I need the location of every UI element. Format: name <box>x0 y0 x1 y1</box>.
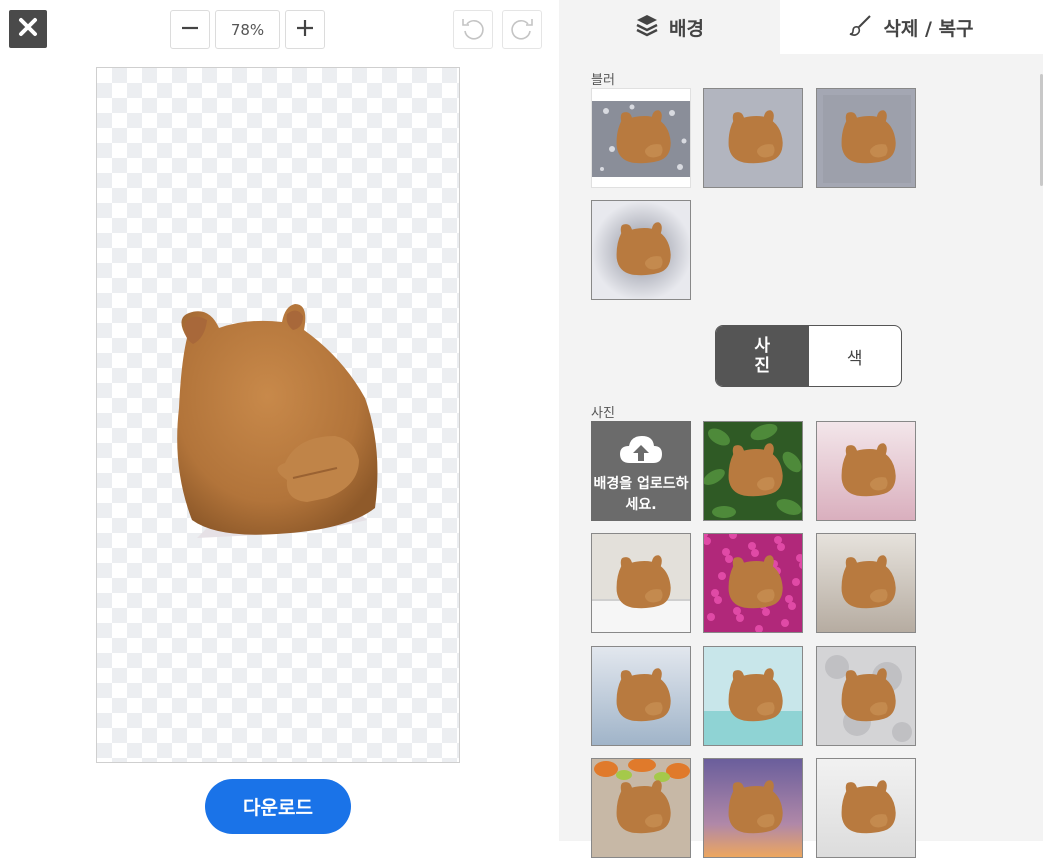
background-photo-autumn-wood[interactable] <box>591 758 691 858</box>
tab-erase-restore[interactable]: 삭제 / 복구 <box>780 0 1043 54</box>
plush-subject-image <box>177 304 378 538</box>
toggle-photo-label: 사진 <box>754 336 771 376</box>
background-photo-light-gray[interactable] <box>816 758 916 858</box>
photo-color-toggle: 사진 색 <box>715 325 902 387</box>
background-photo-beige-wall[interactable] <box>816 533 916 633</box>
toggle-color[interactable]: 색 <box>809 326 902 386</box>
editor-canvas[interactable] <box>96 67 460 763</box>
zoom-in-button[interactable] <box>285 10 325 49</box>
tab-erase-restore-label: 삭제 / 복구 <box>883 17 974 40</box>
plus-icon <box>295 18 315 42</box>
zoom-out-button[interactable] <box>170 10 210 49</box>
background-photo-pink-gradient[interactable] <box>816 421 916 521</box>
undo-button[interactable] <box>453 10 493 49</box>
minus-icon <box>180 18 200 42</box>
zoom-level: 78% <box>215 10 280 49</box>
background-photo-teal-studio[interactable] <box>703 646 803 746</box>
download-button[interactable]: 다운로드 <box>205 779 351 834</box>
cloud-upload-icon <box>618 433 664 474</box>
redo-icon <box>509 15 535 45</box>
photos-section-label: 사진 <box>591 406 615 421</box>
undo-icon <box>460 15 486 45</box>
blur-option-strong[interactable] <box>591 200 691 300</box>
background-photo-blue-gray[interactable] <box>591 646 691 746</box>
layers-icon <box>635 13 659 42</box>
background-photo-white-table[interactable] <box>591 533 691 633</box>
blur-option-medium[interactable] <box>816 88 916 188</box>
tab-background[interactable]: 배경 <box>559 0 780 54</box>
background-photo-purple-sunset[interactable] <box>703 758 803 858</box>
tab-background-label: 배경 <box>669 17 704 40</box>
brush-icon <box>849 13 873 42</box>
redo-button[interactable] <box>502 10 542 49</box>
background-photo-pink-flowers[interactable] <box>703 533 803 633</box>
upload-background-label: 배경을 업로드하세요. <box>593 476 689 513</box>
background-photo-marble[interactable] <box>816 646 916 746</box>
close-button[interactable] <box>9 10 47 48</box>
background-photo-green-leaves[interactable] <box>703 421 803 521</box>
close-icon <box>18 17 38 41</box>
toggle-photo[interactable]: 사진 <box>716 326 809 386</box>
blur-section-label: 블러 <box>591 73 615 88</box>
blur-option-none[interactable] <box>591 88 691 188</box>
upload-background-button[interactable]: 배경을 업로드하세요. <box>591 421 691 521</box>
blur-option-light[interactable] <box>703 88 803 188</box>
